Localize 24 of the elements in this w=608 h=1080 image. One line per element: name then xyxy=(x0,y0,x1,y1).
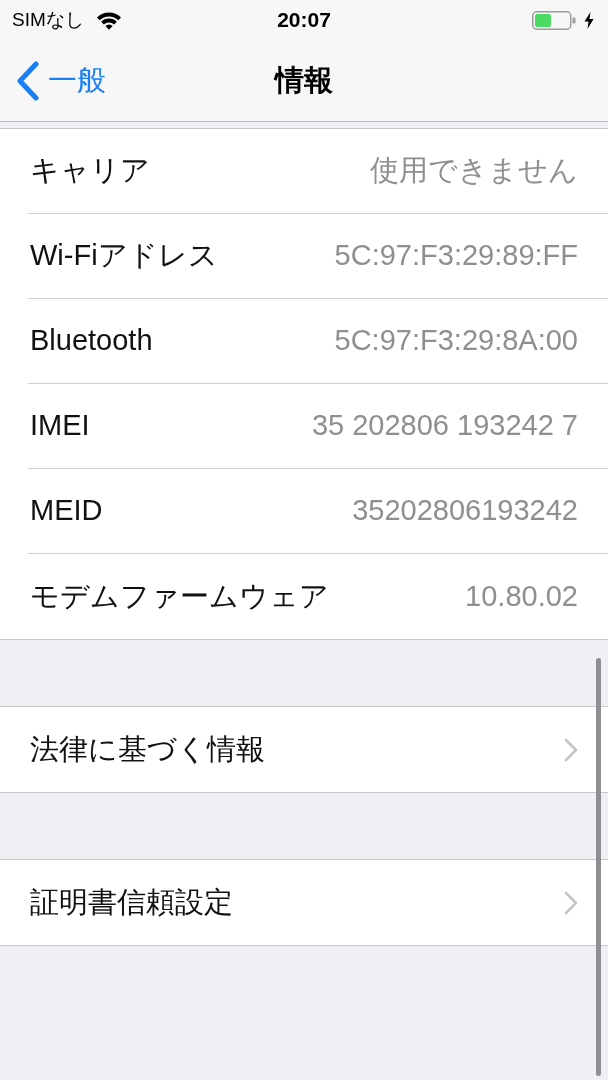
list-item[interactable]: 法律に基づく情報 xyxy=(0,706,608,793)
charging-bolt-icon xyxy=(584,11,594,29)
row-label: キャリア xyxy=(29,153,150,189)
wifi-icon xyxy=(95,10,122,30)
row-label: IMEI xyxy=(29,408,90,444)
row-value: 5C:97:F3:29:8A:00 xyxy=(334,323,578,359)
row-value: 使用できません xyxy=(370,153,578,189)
row-value: 35 202806 193242 7 xyxy=(311,408,578,444)
page-title: 情報 xyxy=(275,62,333,98)
row-value: 10.80.02 xyxy=(465,578,578,614)
list-item[interactable]: 証明書信頼設定 xyxy=(0,859,608,946)
chevron-right-icon xyxy=(564,890,578,915)
row-label: MEID xyxy=(29,493,103,529)
row-value: 5C:97:F3:29:89:FF xyxy=(334,238,578,274)
row-label: Wi-Fiアドレス xyxy=(29,238,218,274)
row-label: モデムファームウェア xyxy=(29,578,329,614)
back-button[interactable]: 一般 xyxy=(0,58,106,103)
carrier-text: SIMなし xyxy=(12,7,84,32)
chevron-left-icon xyxy=(16,60,40,101)
battery-icon xyxy=(532,10,576,30)
chevron-right-icon xyxy=(564,737,578,762)
row-label: Bluetooth xyxy=(29,323,153,359)
row-value: 35202806193242 xyxy=(352,493,578,529)
clock-text: 20:07 xyxy=(277,7,331,34)
